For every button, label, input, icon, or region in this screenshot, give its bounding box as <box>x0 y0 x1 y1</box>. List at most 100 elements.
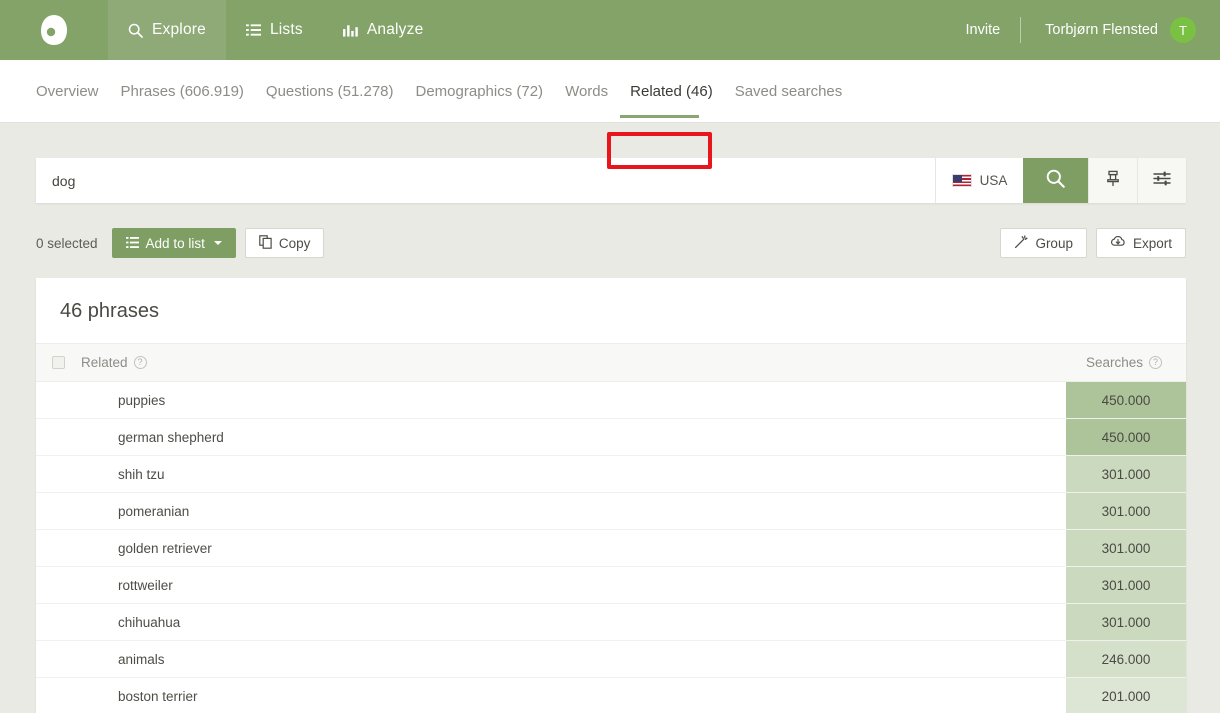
row-checkbox-cell[interactable] <box>36 641 81 677</box>
tab-related[interactable]: Related (46) <box>619 60 724 123</box>
search-button[interactable] <box>1023 158 1088 203</box>
card-title: 46 phrases <box>60 300 159 322</box>
row-checkbox-cell[interactable] <box>36 382 81 418</box>
nav-label: Analyze <box>366 21 424 38</box>
country-label: USA <box>979 173 1008 188</box>
cloud-download-icon <box>1110 235 1126 251</box>
row-phrase: pomeranian <box>118 503 190 519</box>
row-searches-value: 301.000 <box>1066 567 1186 603</box>
usa-flag-icon <box>951 174 972 187</box>
search-bar: USA <box>36 158 1186 203</box>
row-searches-value: 301.000 <box>1066 530 1186 566</box>
row-phrase: chihuahua <box>118 614 181 630</box>
nav-item-lists[interactable]: Lists <box>226 0 323 60</box>
help-icon[interactable]: ? <box>1149 356 1162 369</box>
tab-questions[interactable]: Questions (51.278) <box>255 60 405 123</box>
user-menu[interactable]: Torbjørn Flensted T <box>1021 17 1196 43</box>
table-row[interactable]: chihuahua 301.000 <box>36 604 1186 641</box>
table-row[interactable]: animals 246.000 <box>36 641 1186 678</box>
filters-button[interactable] <box>1137 158 1186 203</box>
help-icon[interactable]: ? <box>133 356 147 369</box>
list-icon <box>245 23 261 37</box>
copy-label: Copy <box>278 235 311 251</box>
nav-label: Explore <box>152 21 206 38</box>
copy-icon <box>259 234 272 252</box>
header-right: Invite Torbjørn Flensted T <box>946 0 1220 60</box>
row-searches-value: 246.000 <box>1066 641 1186 677</box>
select-all-cell <box>36 356 81 369</box>
invite-button[interactable]: Invite <box>946 22 1021 38</box>
search-icon <box>128 23 143 38</box>
copy-button[interactable]: Copy <box>244 228 325 258</box>
main-nav: Explore Lists Analyze <box>108 0 443 60</box>
row-checkbox-cell[interactable] <box>36 493 81 529</box>
table-row[interactable]: pomeranian 301.000 <box>36 493 1186 530</box>
row-phrase: german shepherd <box>118 429 224 445</box>
table-row[interactable]: rottweiler 301.000 <box>36 567 1186 604</box>
country-selector[interactable]: USA <box>935 158 1023 203</box>
row-checkbox-cell[interactable] <box>36 678 81 713</box>
row-checkbox-cell[interactable] <box>36 567 81 603</box>
table-row[interactable]: shih tzu 301.000 <box>36 456 1186 493</box>
column-header-related[interactable]: Related ? <box>81 355 147 370</box>
tab-demographics[interactable]: Demographics (72) <box>405 60 555 123</box>
active-tab-indicator <box>620 115 699 118</box>
row-searches-value: 301.000 <box>1066 604 1186 640</box>
row-phrase: shih tzu <box>118 466 165 482</box>
row-searches-value: 301.000 <box>1066 456 1186 492</box>
row-phrase: rottweiler <box>118 577 173 593</box>
nav-item-analyze[interactable]: Analyze <box>323 0 444 60</box>
nav-label: Lists <box>269 21 303 38</box>
export-button[interactable]: Export <box>1095 228 1186 258</box>
table-row[interactable]: german shepherd 450.000 <box>36 419 1186 456</box>
list-icon <box>125 236 139 251</box>
pin-icon <box>1105 170 1121 192</box>
bar-chart-icon <box>342 23 358 37</box>
logo[interactable] <box>0 0 108 60</box>
table-row[interactable]: boston terrier 201.000 <box>36 678 1186 713</box>
add-to-list-button[interactable]: Add to list <box>111 228 236 258</box>
tab-phrases[interactable]: Phrases (606.919) <box>110 60 255 123</box>
group-button[interactable]: Group <box>1000 228 1087 258</box>
row-checkbox-cell[interactable] <box>36 419 81 455</box>
export-label: Export <box>1132 235 1172 251</box>
row-phrase: puppies <box>118 392 166 408</box>
row-phrase: boston terrier <box>118 688 198 704</box>
tab-overview[interactable]: Overview <box>36 60 110 123</box>
table-body: puppies 450.000 german shepherd 450.000 shih… <box>36 382 1186 713</box>
phrases-card: 46 phrases Related ? Searches ? puppies 4… <box>36 278 1186 713</box>
row-checkbox-cell[interactable] <box>36 530 81 566</box>
tab-bar: Overview Phrases (606.919) Questions (51… <box>0 60 1220 169</box>
avatar: T <box>1170 17 1196 43</box>
table-toolbar: 0 selected Add to list Copy Group Export <box>36 228 1186 258</box>
row-phrase: golden retriever <box>118 540 212 556</box>
row-searches-value: 301.000 <box>1066 493 1186 529</box>
selected-count: 0 selected <box>36 235 98 251</box>
chevron-down-icon <box>213 241 222 245</box>
table-row[interactable]: puppies 450.000 <box>36 382 1186 419</box>
search-input[interactable] <box>36 158 935 203</box>
column-label: Searches <box>1085 355 1143 370</box>
magic-wand-icon <box>1014 234 1028 252</box>
add-to-list-label: Add to list <box>145 235 205 251</box>
tab-words[interactable]: Words <box>554 60 619 123</box>
column-label: Related <box>81 355 128 370</box>
search-icon <box>1046 169 1065 193</box>
row-checkbox-cell[interactable] <box>36 604 81 640</box>
row-searches-value: 450.000 <box>1066 419 1186 455</box>
row-searches-value: 201.000 <box>1066 678 1186 713</box>
toolbar-right-group: Group Export <box>1000 228 1186 258</box>
user-name: Torbjørn Flensted <box>1045 22 1158 38</box>
brand-logo-icon <box>39 14 69 46</box>
row-checkbox-cell[interactable] <box>36 456 81 492</box>
row-phrase: animals <box>118 651 165 667</box>
nav-item-explore[interactable]: Explore <box>108 0 226 60</box>
table-row[interactable]: golden retriever 301.000 <box>36 530 1186 567</box>
select-all-checkbox[interactable] <box>52 356 65 369</box>
tab-saved-searches[interactable]: Saved searches <box>724 60 854 123</box>
column-header-searches[interactable]: Searches ? <box>1086 355 1186 370</box>
pin-button[interactable] <box>1088 158 1137 203</box>
sliders-icon <box>1153 170 1171 191</box>
group-label: Group <box>1035 235 1073 251</box>
top-header: Explore Lists Analyze Invite Torbjørn Fl… <box>0 0 1220 60</box>
